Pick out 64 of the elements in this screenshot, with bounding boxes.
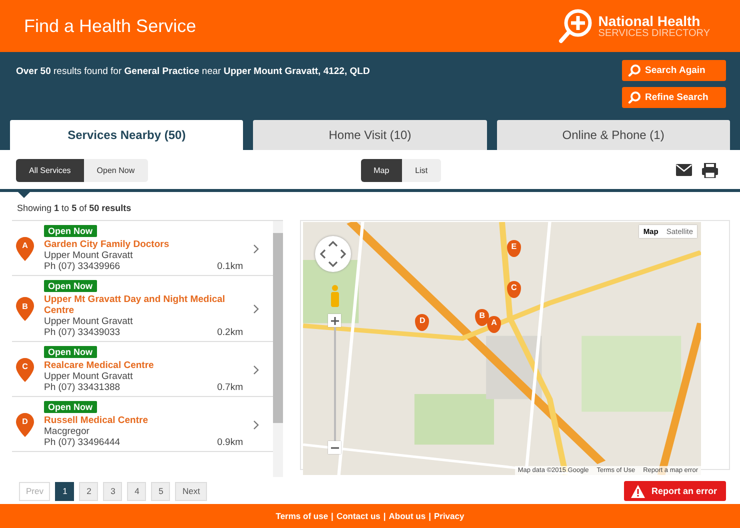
email-icon[interactable] [676, 164, 692, 176]
map-pin-icon [16, 236, 34, 260]
page-title: Find a Health Service [24, 16, 196, 36]
map-pin-icon [16, 358, 34, 382]
magnifier-plus-icon [558, 7, 594, 45]
status-badge: Open Now [44, 280, 96, 292]
page-button[interactable]: 2 [79, 482, 98, 500]
pin-letter: D [21, 417, 29, 426]
report-error-button[interactable]: Report an error [624, 481, 726, 501]
separator: | [428, 511, 431, 521]
results-summary: Over 50 results found for General Practice near Upper Mount Gravatt, 4122, QLD [16, 66, 370, 77]
result-item[interactable]: D Open Now Russell Medical Centre Macgregor Ph (07) 33496444 0.9km [12, 397, 273, 452]
status-badge: Open Now [44, 401, 96, 413]
zoom-out-button[interactable] [328, 441, 341, 454]
page-button[interactable]: 4 [127, 482, 146, 500]
chevron-right-icon [253, 420, 259, 430]
map-pin-icon [16, 412, 34, 436]
view-button[interactable]: List [402, 158, 441, 182]
zoom-in-button[interactable] [328, 314, 341, 327]
status-badge: Open Now [44, 225, 96, 237]
phone-number: Ph (07) 33496444 [44, 437, 120, 448]
phone-number: Ph (07) 33439033 [44, 327, 120, 338]
distance: 0.2km [217, 327, 243, 338]
suburb: Macgregor [44, 426, 90, 437]
separator: | [331, 511, 334, 521]
suburb: Upper Mount Gravatt [44, 371, 134, 382]
suburb: Upper Mount Gravatt [44, 316, 134, 327]
next-button[interactable]: Next [175, 482, 207, 500]
result-item[interactable]: A Open Now Garden City Family Doctors Upper Mount Gravatt Ph (07) 33439966 0.1km [12, 221, 273, 276]
logo-title: National Health [598, 14, 702, 28]
chevron-right-icon [253, 304, 259, 314]
phone-number: Ph (07) 33431388 [44, 382, 120, 393]
distance: 0.9km [217, 437, 243, 448]
distance: 0.1km [217, 261, 243, 272]
chevron-right-icon [253, 244, 259, 254]
status-badge: Open Now [44, 346, 96, 358]
pin-letter: B [21, 302, 29, 310]
warning-icon [631, 484, 646, 498]
results-count: Showing 1 to 5 of 50 results [17, 203, 132, 213]
distance: 0.7km [217, 382, 243, 393]
view-button[interactable]: Map [360, 158, 402, 182]
plus-icon [330, 316, 338, 324]
page-button[interactable]: 1 [55, 482, 74, 500]
phone-number: Ph (07) 33439966 [44, 261, 120, 272]
pin-letter: C [21, 362, 29, 371]
scrollbar[interactable] [273, 221, 283, 477]
suburb: Upper Mount Gravatt [44, 250, 134, 261]
print-icon[interactable] [702, 162, 718, 178]
search-icon [628, 64, 641, 77]
tab[interactable]: Online & Phone (1) [496, 120, 730, 150]
search-icon [628, 91, 641, 104]
logo-subtitle: SERVICES DIRECTORY [598, 28, 710, 38]
page-button[interactable]: 3 [103, 482, 122, 500]
result-item[interactable]: B Open Now Upper Mt Gravatt Day and Night Medical Centre Upper Mount Gravatt Ph (07) 33439033 0.2km [12, 276, 273, 342]
map-pin-icon [16, 297, 34, 321]
tab[interactable]: Services Nearby (50) [10, 120, 244, 150]
separator: | [383, 511, 386, 521]
chevron-right-icon [253, 364, 259, 374]
result-item[interactable]: C Open Now Realcare Medical Centre Upper Mount Gravatt Ph (07) 33431388 0.7km [12, 342, 273, 397]
tab[interactable]: Home Visit (10) [253, 120, 487, 150]
pin-letter: A [21, 241, 29, 250]
filter-button[interactable]: All Services [16, 158, 84, 182]
page-button[interactable]: 5 [151, 482, 170, 500]
filter-button[interactable]: Open Now [84, 158, 148, 182]
